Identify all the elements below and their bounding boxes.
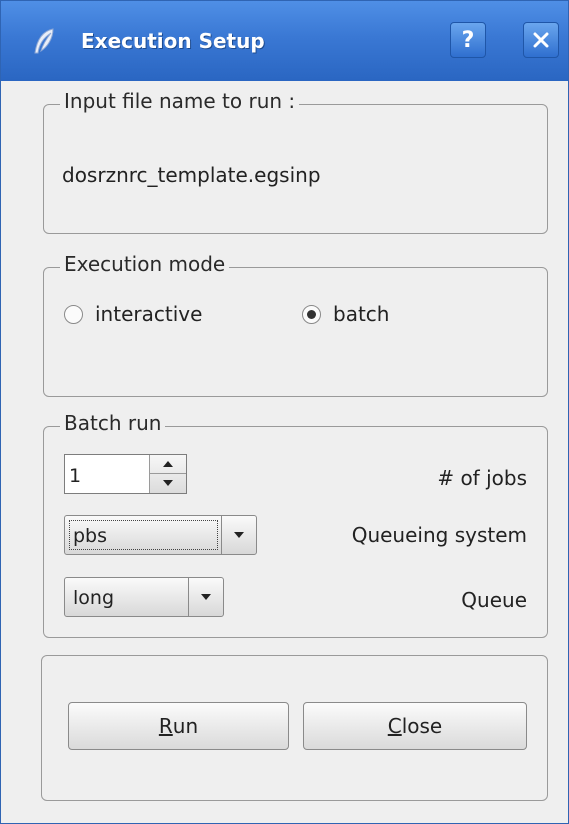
execution-mode-group-title: Execution mode bbox=[60, 252, 230, 276]
queue-value: long bbox=[73, 587, 115, 609]
interactive-radio[interactable]: interactive bbox=[64, 302, 202, 326]
feather-app-icon bbox=[31, 27, 57, 55]
title-bar[interactable]: Execution Setup ? bbox=[1, 1, 568, 81]
radio-unchecked-icon[interactable] bbox=[64, 304, 83, 324]
jobs-spin-arrows bbox=[149, 455, 186, 493]
window-close-button[interactable] bbox=[523, 22, 559, 58]
run-mnemonic: R bbox=[158, 714, 173, 738]
queueing-system-value: pbs bbox=[73, 525, 108, 547]
batch-run-group: Batch run 1 # of jobs pbs Queueing syste… bbox=[43, 411, 548, 638]
chevron-down-icon[interactable] bbox=[188, 578, 223, 616]
queue-label: Queue bbox=[461, 588, 527, 612]
input-file-group: Input file name to run : dosrznrc_templa… bbox=[43, 89, 548, 234]
close-mnemonic: C bbox=[387, 714, 402, 738]
help-button[interactable]: ? bbox=[450, 22, 486, 58]
queueing-system-label: Queueing system bbox=[351, 523, 527, 547]
spin-up-icon[interactable] bbox=[150, 455, 186, 474]
chevron-down-icon[interactable] bbox=[221, 516, 256, 554]
run-button[interactable]: Run bbox=[68, 702, 289, 750]
execution-setup-dialog: Execution Setup ? Input file name to run… bbox=[0, 0, 569, 824]
batch-radio[interactable]: batch bbox=[302, 302, 389, 326]
action-buttons-group: Run Close bbox=[41, 655, 548, 801]
jobs-value[interactable]: 1 bbox=[69, 465, 81, 487]
jobs-spinbox[interactable]: 1 bbox=[64, 454, 187, 494]
close-icon bbox=[533, 32, 549, 48]
input-file-group-title: Input file name to run : bbox=[60, 89, 300, 113]
close-label-rest: lose bbox=[401, 714, 443, 738]
jobs-label: # of jobs bbox=[437, 466, 527, 490]
spin-down-icon[interactable] bbox=[150, 474, 186, 492]
radio-checked-icon[interactable] bbox=[302, 304, 321, 324]
queueing-system-combo[interactable]: pbs bbox=[64, 515, 257, 555]
close-button[interactable]: Close bbox=[303, 702, 527, 750]
help-icon: ? bbox=[461, 27, 475, 53]
interactive-radio-label: interactive bbox=[95, 302, 203, 326]
window-title: Execution Setup bbox=[81, 29, 265, 53]
run-label-rest: un bbox=[172, 714, 199, 738]
input-filename: dosrznrc_template.egsinp bbox=[62, 163, 321, 187]
queue-combo[interactable]: long bbox=[64, 577, 224, 617]
batch-run-group-title: Batch run bbox=[60, 411, 166, 435]
execution-mode-group: Execution mode interactive batch bbox=[43, 252, 548, 397]
batch-radio-label: batch bbox=[333, 302, 390, 326]
